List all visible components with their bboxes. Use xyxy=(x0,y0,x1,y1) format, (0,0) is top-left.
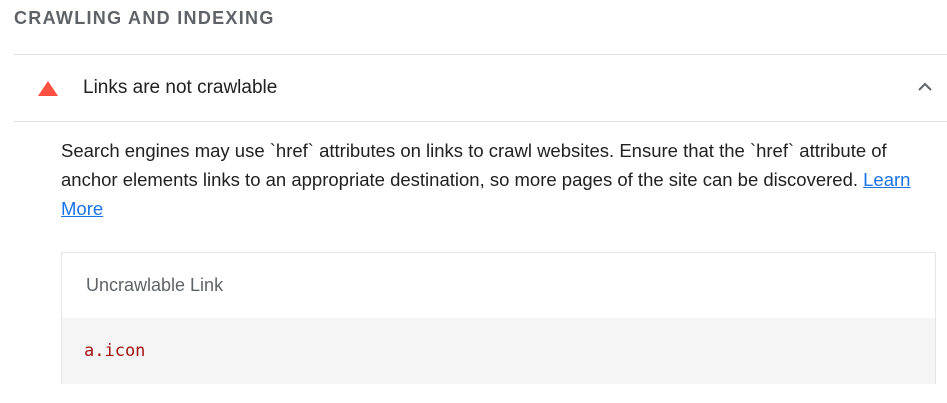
divider xyxy=(14,121,947,122)
audit-header-toggle[interactable]: Links are not crawlable xyxy=(14,55,947,121)
section-title: CRAWLING AND INDEXING xyxy=(14,8,275,28)
table-row: a.icon xyxy=(62,318,935,384)
description-text: Search engines may use `href` attributes… xyxy=(61,140,887,190)
table-column-header: Uncrawlable Link xyxy=(86,275,224,295)
fail-triangle-icon xyxy=(38,81,58,96)
audit-title: Links are not crawlable xyxy=(83,77,278,98)
details-table: Uncrawlable Link a.icon xyxy=(61,252,936,384)
audit-description: Search engines may use `href` attributes… xyxy=(61,136,941,223)
chevron-up-icon[interactable] xyxy=(917,81,933,93)
audit-page: CRAWLING AND INDEXING Links are not craw… xyxy=(0,0,947,403)
node-selector: a.icon xyxy=(84,341,146,361)
